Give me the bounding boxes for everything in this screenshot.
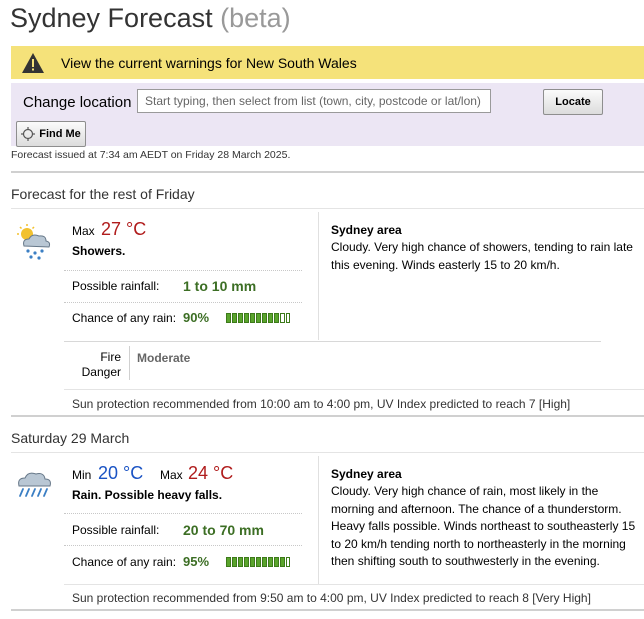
rain-chance-segment <box>286 557 290 567</box>
rain-chance-segment <box>238 557 243 567</box>
rain-chance-segment <box>262 557 267 567</box>
rain-chance-segment <box>244 313 249 323</box>
row-divider <box>64 270 302 271</box>
area-title: Sydney area <box>331 467 402 481</box>
row-divider <box>64 302 302 303</box>
max-temperature: 27 °C <box>101 219 147 239</box>
crosshair-icon <box>21 127 36 141</box>
warning-link[interactable]: View the current warnings for New South … <box>61 55 357 71</box>
rain-chance-segment <box>250 557 255 567</box>
rain-icon <box>18 472 51 497</box>
rainfall-label: Possible rainfall: <box>72 279 160 293</box>
divider <box>11 452 644 453</box>
location-bar: Change location Locate Find Me <box>11 83 644 147</box>
divider <box>11 208 644 209</box>
rain-chance-segment <box>274 313 279 323</box>
fire-danger-value: Moderate <box>137 351 191 365</box>
chance-value: 90% <box>183 310 210 325</box>
rain-chance-segment <box>226 313 231 323</box>
day-heading: Saturday 29 March <box>11 430 130 446</box>
fire-danger-label: Fire Danger <box>81 350 121 379</box>
locate-button[interactable]: Locate <box>543 89 603 115</box>
rain-chance-segment <box>274 557 279 567</box>
min-temperature: 20 °C <box>98 463 144 483</box>
column-divider <box>318 212 319 340</box>
row-divider <box>64 545 302 546</box>
sun-protection-text: Sun protection recommended from 9:50 am … <box>72 591 591 605</box>
forecast-summary: Showers. <box>72 244 126 258</box>
divider <box>11 415 644 417</box>
max-label: Max <box>72 224 95 238</box>
rain-chance-bar <box>226 313 290 323</box>
rain-chance-bar <box>226 557 290 567</box>
max-label: Max <box>160 468 183 482</box>
rain-chance-segment <box>280 557 285 567</box>
rain-chance-segment <box>250 313 255 323</box>
sun-protection-text: Sun protection recommended from 10:00 am… <box>72 397 571 411</box>
rain-chance-segment <box>226 557 231 567</box>
chance-label: Chance of any rain: <box>72 311 177 325</box>
rain-chance-segment <box>244 557 249 567</box>
beta-label: (beta) <box>220 3 291 33</box>
find-me-button[interactable]: Find Me <box>16 121 86 147</box>
fire-danger-divider <box>129 346 130 380</box>
showers-icon <box>17 224 51 260</box>
change-location-label: Change location <box>23 94 132 111</box>
page-title: Sydney Forecast (beta) <box>10 3 291 34</box>
rain-chance-segment <box>232 313 237 323</box>
rain-chance-segment <box>280 313 285 323</box>
rain-chance-segment <box>286 313 290 323</box>
rainfall-label: Possible rainfall: <box>72 523 160 537</box>
row-divider <box>64 341 601 342</box>
row-divider <box>64 584 644 585</box>
warning-triangle-icon <box>22 52 44 73</box>
row-divider <box>64 513 302 514</box>
rain-chance-segment <box>268 313 273 323</box>
rain-chance-segment <box>232 557 237 567</box>
divider <box>11 171 644 173</box>
forecast-summary: Rain. Possible heavy falls. <box>72 488 223 502</box>
divider <box>11 609 644 611</box>
area-forecast-text: Cloudy. Very high chance of showers, ten… <box>331 240 633 272</box>
find-me-label: Find Me <box>39 128 81 140</box>
min-label: Min <box>72 468 92 482</box>
rain-chance-segment <box>256 313 261 323</box>
rainfall-value: 20 to 70 mm <box>183 522 264 538</box>
area-forecast-text: Cloudy. Very high chance of rain, most l… <box>331 484 636 568</box>
chance-value: 95% <box>183 554 210 569</box>
warning-banner[interactable]: View the current warnings for New South … <box>11 46 644 79</box>
chance-label: Chance of any rain: <box>72 555 177 569</box>
location-search-input[interactable] <box>137 89 491 113</box>
page-title-text: Sydney Forecast <box>10 3 213 33</box>
forecast-issued-text: Forecast issued at 7:34 am AEDT on Frida… <box>11 149 291 161</box>
day-heading: Forecast for the rest of Friday <box>11 186 195 202</box>
area-title: Sydney area <box>331 223 402 237</box>
max-temperature: 24 °C <box>188 463 234 483</box>
rainfall-value: 1 to 10 mm <box>183 278 257 294</box>
rain-chance-segment <box>256 557 261 567</box>
row-divider <box>64 389 644 390</box>
rain-chance-segment <box>238 313 243 323</box>
rain-chance-segment <box>262 313 267 323</box>
rain-chance-segment <box>268 557 273 567</box>
column-divider <box>318 456 319 584</box>
